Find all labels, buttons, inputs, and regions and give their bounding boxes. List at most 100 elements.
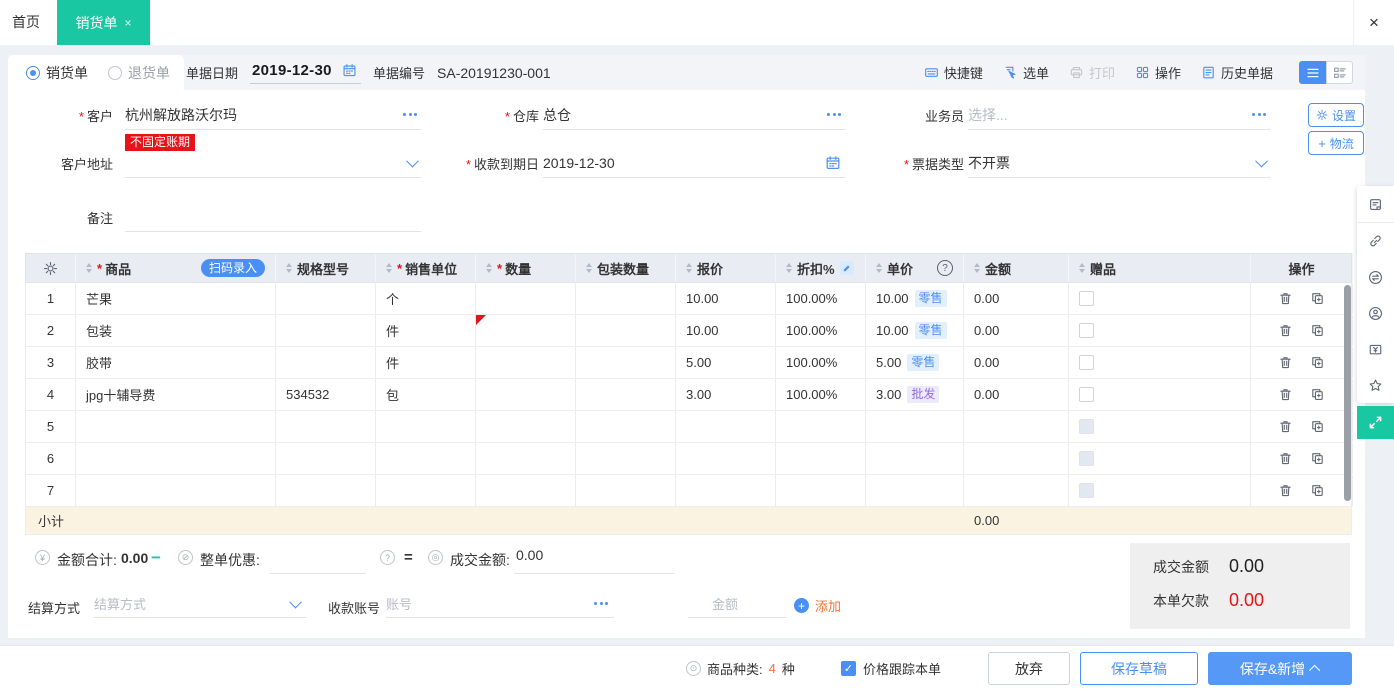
add-account-button[interactable]: + 添加 xyxy=(794,596,841,615)
cell-discount-r1[interactable]: 100.00% xyxy=(776,283,866,314)
copy-row-button[interactable] xyxy=(1310,291,1325,306)
copy-row-button[interactable] xyxy=(1310,387,1325,402)
gift-checkbox[interactable] xyxy=(1079,291,1094,306)
gift-checkbox[interactable] xyxy=(1079,323,1094,338)
gift-checkbox[interactable] xyxy=(1079,387,1094,402)
delete-row-button[interactable] xyxy=(1278,483,1293,498)
price-help-icon[interactable]: ? xyxy=(937,260,953,276)
tab-sales-order[interactable]: 销货单 × xyxy=(57,0,150,45)
transfer-icon[interactable] xyxy=(1357,259,1394,295)
cell-price-r4[interactable]: 3.00批发 xyxy=(866,379,964,410)
column-header-pkg[interactable]: 包装数量 xyxy=(576,254,676,282)
salesman-picker-icon[interactable] xyxy=(1252,113,1266,116)
cell-discount-r6[interactable] xyxy=(776,443,866,474)
receive-amount-input[interactable]: 金额 xyxy=(688,590,786,618)
tab-home[interactable]: 首页 xyxy=(0,0,52,45)
copy-row-button[interactable] xyxy=(1310,419,1325,434)
logistics-button[interactable]: + 物流 xyxy=(1308,131,1364,155)
cell-unit-r6[interactable] xyxy=(376,443,476,474)
cell-discount-r4[interactable]: 100.00% xyxy=(776,379,866,410)
column-header-gift[interactable]: 赠品 xyxy=(1069,254,1251,282)
link-icon[interactable] xyxy=(1357,223,1394,259)
warehouse-input[interactable]: 总仓 xyxy=(543,100,845,130)
scan-entry-button[interactable]: 扫码录入 xyxy=(201,259,265,277)
cell-amount-r7[interactable] xyxy=(964,475,1069,506)
customer-picker-icon[interactable] xyxy=(403,113,417,116)
tab-close-icon[interactable]: × xyxy=(124,16,131,30)
help-icon[interactable]: ? xyxy=(380,550,395,565)
bill-type-select[interactable]: 不开票 xyxy=(968,148,1270,178)
cell-qty-r3[interactable] xyxy=(476,347,576,378)
cell-quote-r3[interactable]: 5.00 xyxy=(676,347,776,378)
cell-spec-r2[interactable] xyxy=(276,315,376,346)
radio-return-order[interactable]: 退货单 xyxy=(108,63,170,83)
delete-row-button[interactable] xyxy=(1278,355,1293,370)
delete-row-button[interactable] xyxy=(1278,451,1293,466)
radio-sales-order[interactable]: 销货单 xyxy=(26,63,88,83)
cell-price-r3[interactable]: 5.00零售 xyxy=(866,347,964,378)
cell-price-r5[interactable] xyxy=(866,411,964,442)
cell-price-r6[interactable] xyxy=(866,443,964,474)
cell-pkg-r1[interactable] xyxy=(576,283,676,314)
cell-amount-r6[interactable] xyxy=(964,443,1069,474)
copy-row-button[interactable] xyxy=(1310,355,1325,370)
customer-icon[interactable] xyxy=(1357,295,1394,331)
cell-quote-r7[interactable] xyxy=(676,475,776,506)
column-header-qty[interactable]: *数量 xyxy=(476,254,576,282)
notes-icon[interactable] xyxy=(1357,186,1394,223)
column-header-spec[interactable]: 规格型号 xyxy=(276,254,376,282)
cell-amount-r2[interactable]: 0.00 xyxy=(964,315,1069,346)
cell-qty-r5[interactable] xyxy=(476,411,576,442)
toolbar-action-history-doc[interactable]: 历史单据 xyxy=(1201,63,1273,82)
remark-input[interactable] xyxy=(125,202,421,232)
cell-spec-r4[interactable]: 534532 xyxy=(276,379,376,410)
cell-discount-r5[interactable] xyxy=(776,411,866,442)
cell-pkg-r4[interactable] xyxy=(576,379,676,410)
calendar-icon[interactable] xyxy=(342,63,357,78)
cell-amount-r5[interactable] xyxy=(964,411,1069,442)
cell-quote-r1[interactable]: 10.00 xyxy=(676,283,776,314)
cell-price-r7[interactable] xyxy=(866,475,964,506)
cell-product-r2[interactable]: 包装 xyxy=(76,315,276,346)
gift-checkbox[interactable] xyxy=(1079,355,1094,370)
toolbar-action-keyboard[interactable]: 快捷键 xyxy=(924,63,983,82)
account-picker-icon[interactable] xyxy=(594,602,608,605)
card-view-button[interactable] xyxy=(1326,61,1353,84)
column-header-price[interactable]: 单价? xyxy=(866,254,964,282)
cell-unit-r7[interactable] xyxy=(376,475,476,506)
cell-amount-r1[interactable]: 0.00 xyxy=(964,283,1069,314)
cell-qty-r2[interactable] xyxy=(476,315,576,346)
cell-unit-r1[interactable]: 个 xyxy=(376,283,476,314)
delete-row-button[interactable] xyxy=(1278,291,1293,306)
customer-input[interactable]: 杭州解放路沃尔玛 xyxy=(125,100,421,130)
chevron-down-icon[interactable] xyxy=(289,596,302,609)
order-discount-input[interactable] xyxy=(270,547,366,574)
delete-row-button[interactable] xyxy=(1278,323,1293,338)
cell-qty-r4[interactable] xyxy=(476,379,576,410)
cell-product-r6[interactable] xyxy=(76,443,276,474)
cell-quote-r4[interactable]: 3.00 xyxy=(676,379,776,410)
cell-product-r7[interactable] xyxy=(76,475,276,506)
cell-spec-r5[interactable] xyxy=(276,411,376,442)
batch-edit-icon[interactable] xyxy=(840,261,854,275)
cell-quote-r5[interactable] xyxy=(676,411,776,442)
cell-discount-r7[interactable] xyxy=(776,475,866,506)
deal-amount-input[interactable]: 0.00 xyxy=(514,547,674,574)
toolbar-action-apps[interactable]: 操作 xyxy=(1135,63,1181,82)
list-view-button[interactable] xyxy=(1299,61,1326,84)
cell-qty-r1[interactable] xyxy=(476,283,576,314)
chevron-down-icon[interactable] xyxy=(1255,155,1268,168)
delete-row-button[interactable] xyxy=(1278,387,1293,402)
cell-unit-r2[interactable]: 件 xyxy=(376,315,476,346)
settings-button[interactable]: 设置 xyxy=(1308,103,1364,127)
cell-pkg-r7[interactable] xyxy=(576,475,676,506)
copy-row-button[interactable] xyxy=(1310,323,1325,338)
cell-pkg-r6[interactable] xyxy=(576,443,676,474)
copy-row-button[interactable] xyxy=(1310,451,1325,466)
cell-product-r5[interactable] xyxy=(76,411,276,442)
gift-checkbox[interactable] xyxy=(1079,451,1094,466)
column-header-discount[interactable]: 折扣% xyxy=(776,254,866,282)
cell-amount-r3[interactable]: 0.00 xyxy=(964,347,1069,378)
cell-discount-r3[interactable]: 100.00% xyxy=(776,347,866,378)
column-header-product[interactable]: *商品扫码录入 xyxy=(76,254,276,282)
